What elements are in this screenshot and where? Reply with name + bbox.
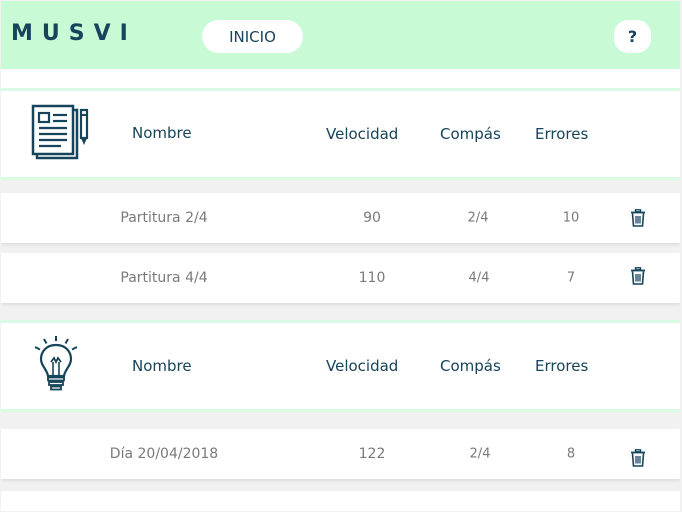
row-velocidad: 110 <box>358 270 386 286</box>
table-row[interactable]: Partitura 4/4 110 4/4 7 <box>1 253 680 303</box>
help-button[interactable]: ? <box>614 20 651 53</box>
document-pencil-icon <box>31 104 89 160</box>
column-errores: Errores <box>535 125 589 143</box>
trash-icon[interactable] <box>630 209 646 227</box>
row-velocidad: 122 <box>358 446 386 462</box>
lightbulb-icon <box>34 336 78 391</box>
column-velocidad: Velocidad <box>326 357 399 375</box>
scores-header: Nombre Velocidad Compás Errores <box>1 88 680 180</box>
row-errores: 10 <box>562 210 580 226</box>
column-nombre: Nombre <box>132 357 192 375</box>
trash-icon[interactable] <box>630 267 646 285</box>
row-nombre: Partitura 2/4 <box>120 210 208 226</box>
spacer <box>1 69 680 89</box>
row-nombre: Partitura 4/4 <box>120 270 208 286</box>
row-compas: 4/4 <box>468 270 490 286</box>
table-row[interactable]: Día 20/04/2018 122 2/4 8 <box>1 429 680 479</box>
column-nombre: Nombre <box>132 124 192 142</box>
row-compas: 2/4 <box>467 210 489 226</box>
row-nombre: Día 20/04/2018 <box>109 446 219 462</box>
row-velocidad: 90 <box>363 210 381 226</box>
column-compas: Compás <box>440 125 501 143</box>
top-bar: MUSVI INICIO ? <box>1 1 680 69</box>
table-row[interactable] <box>1 491 680 511</box>
table-row[interactable]: Partitura 2/4 90 2/4 10 <box>1 193 680 243</box>
row-errores: 8 <box>566 446 576 462</box>
ideas-header: Nombre Velocidad Compás Errores <box>1 320 680 412</box>
column-velocidad: Velocidad <box>326 125 399 143</box>
app-window: MUSVI INICIO ? Nombre Velocidad Compás E… <box>1 1 680 511</box>
app-logo: MUSVI <box>11 21 137 46</box>
row-compas: 2/4 <box>469 446 491 462</box>
trash-icon[interactable] <box>630 449 646 467</box>
row-errores: 7 <box>566 270 576 286</box>
column-compas: Compás <box>440 357 501 375</box>
inicio-button[interactable]: INICIO <box>202 20 303 53</box>
column-errores: Errores <box>535 357 589 375</box>
